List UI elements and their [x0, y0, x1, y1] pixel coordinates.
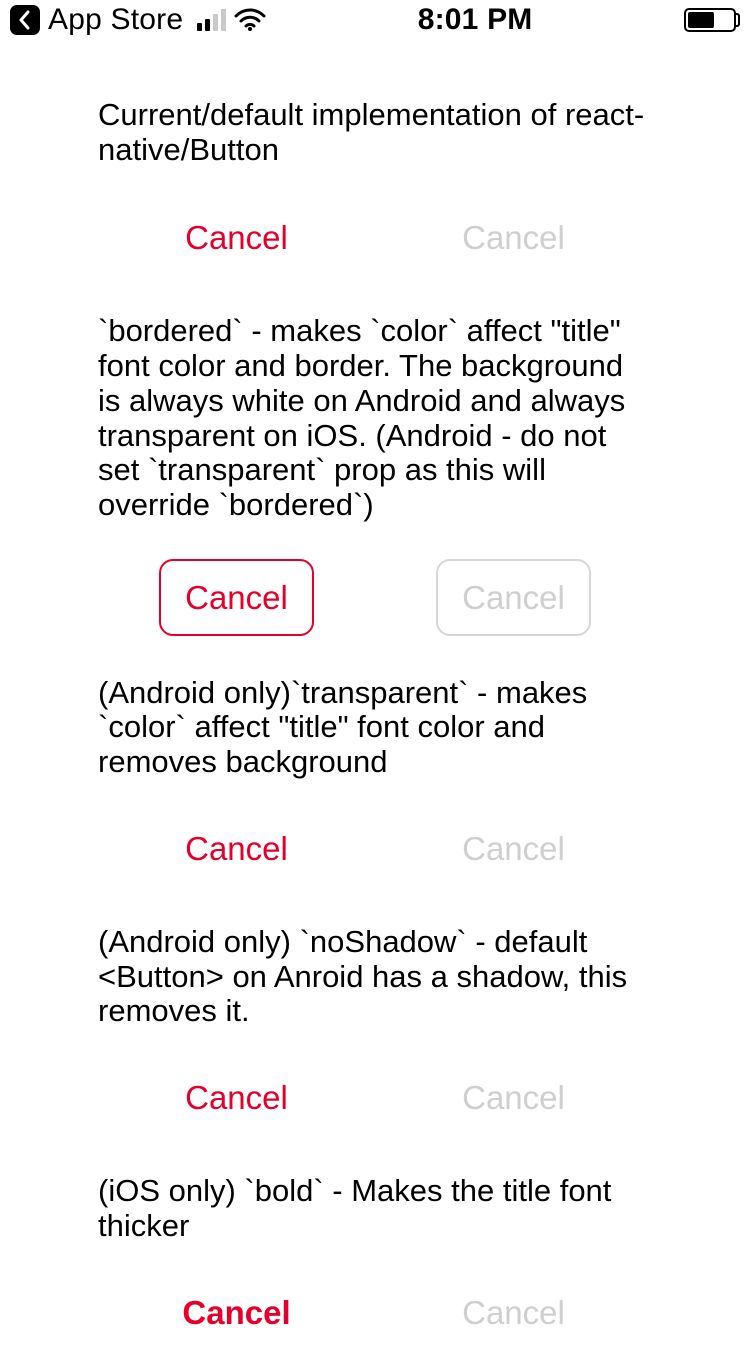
cancel-button-disabled: Cancel [438, 812, 589, 885]
section-desc: Current/default implementation of react-… [98, 98, 652, 167]
battery-icon [684, 8, 736, 32]
section-noshadow: (Android only) `noShadow` - default <But… [98, 925, 652, 1134]
wifi-icon [234, 8, 266, 32]
cancel-button[interactable]: Cancel [161, 812, 312, 885]
button-row: Cancel Cancel [98, 559, 652, 636]
status-bar: App Store 8:01 PM [0, 0, 750, 40]
section-desc: `bordered` - makes `color` affect "title… [98, 314, 652, 522]
back-to-app-label[interactable]: App Store [48, 3, 183, 37]
section-desc: (iOS only) `bold` - Makes the title font… [98, 1174, 652, 1243]
section-default: Current/default implementation of react-… [98, 98, 652, 274]
button-row: Cancel Cancel [98, 812, 652, 885]
cancel-button[interactable]: Cancel [161, 1061, 312, 1134]
section-transparent: (Android only)`transparent` - makes `col… [98, 676, 652, 885]
section-desc: (Android only)`transparent` - makes `col… [98, 676, 652, 780]
cancel-button-disabled: Cancel [438, 1276, 589, 1349]
button-row: Cancel Cancel [98, 1061, 652, 1134]
cancel-button-disabled: Cancel [436, 559, 591, 636]
status-left: App Store [10, 3, 266, 37]
back-to-app-icon[interactable] [10, 5, 40, 35]
button-row: Cancel Cancel [98, 201, 652, 274]
cell-signal-icon [197, 9, 226, 31]
cancel-button[interactable]: Cancel [158, 1276, 314, 1349]
status-time: 8:01 PM [418, 3, 533, 37]
section-bold: (iOS only) `bold` - Makes the title font… [98, 1174, 652, 1348]
cancel-button-disabled: Cancel [438, 201, 589, 274]
cancel-button[interactable]: Cancel [159, 559, 314, 636]
content: Current/default implementation of react-… [0, 40, 750, 1349]
cancel-button-disabled: Cancel [438, 1061, 589, 1134]
section-bordered: `bordered` - makes `color` affect "title… [98, 314, 652, 635]
cancel-button[interactable]: Cancel [161, 201, 312, 274]
button-row: Cancel Cancel [98, 1276, 652, 1349]
section-desc: (Android only) `noShadow` - default <But… [98, 925, 652, 1029]
status-right [684, 8, 736, 32]
